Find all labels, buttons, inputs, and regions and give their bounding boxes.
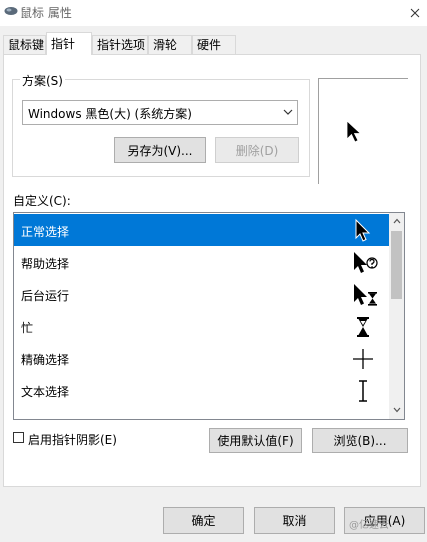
scheme-selected-value: Windows 黑色(大) (系统方案) (28, 107, 192, 121)
tab-label: 硬件 (197, 38, 222, 52)
cursor-preview (318, 78, 408, 184)
cancel-button[interactable]: 取消 (254, 507, 335, 534)
browse-label: 浏览(B)... (333, 434, 387, 448)
enable-shadow-label: 启用指针阴影(E) (28, 433, 117, 447)
window-title: 鼠标 属性 (20, 6, 72, 20)
close-button[interactable] (404, 2, 426, 24)
mouse-icon (4, 7, 18, 15)
tab-label: 鼠标键 (8, 38, 45, 52)
tab-label: 指针 (51, 37, 76, 51)
ok-button[interactable]: 确定 (163, 507, 244, 534)
use-default-button[interactable]: 使用默认值(F) (209, 428, 302, 453)
watermark: @亿速云 (349, 520, 389, 531)
delete-label: 删除(D) (235, 143, 279, 158)
chevron-down-icon (393, 407, 400, 413)
tab-label: 滑轮 (153, 38, 178, 52)
list-item-label: 帮助选择 (21, 257, 70, 271)
scroll-thumb[interactable] (391, 231, 402, 299)
custom-label: 自定义(C): (13, 194, 71, 208)
use-default-label: 使用默认值(F) (217, 434, 294, 448)
scroll-up-button[interactable] (389, 213, 404, 229)
working-in-background-cursor-icon (354, 284, 377, 306)
enable-shadow-checkbox[interactable] (13, 432, 24, 443)
arrow-cursor-icon (355, 218, 371, 242)
list-item-label: 精确选择 (21, 353, 70, 367)
list-item[interactable]: 后台运行 (14, 278, 389, 310)
list-item[interactable]: 精确选择 (14, 342, 389, 374)
close-icon (410, 8, 420, 18)
scheme-label: 方案(S) (20, 72, 65, 89)
list-item-label: 正常选择 (21, 225, 70, 239)
list-item[interactable]: 帮助选择 (14, 246, 389, 278)
list-item[interactable]: 文本选择 (14, 374, 389, 406)
precision-crosshair-icon (353, 349, 373, 369)
list-item[interactable]: 忙 (14, 310, 389, 342)
cancel-label: 取消 (282, 514, 307, 528)
tab-pointers[interactable]: 指针 (46, 32, 92, 55)
text-ibeam-icon (359, 380, 367, 402)
chevron-down-icon (283, 109, 293, 115)
help-cursor-icon (354, 252, 378, 273)
list-item-label: 文本选择 (21, 385, 70, 399)
tab-buttons[interactable]: 鼠标键 (3, 35, 46, 54)
ok-label: 确定 (191, 514, 216, 528)
arrow-cursor-icon (346, 120, 362, 143)
scroll-down-button[interactable] (389, 402, 404, 418)
tab-label: 指针选项 (97, 38, 146, 52)
tab-wheel[interactable]: 滑轮 (148, 35, 192, 54)
save-as-label: 另存为(V)... (127, 143, 193, 158)
list-item[interactable]: 正常选择 (14, 214, 389, 246)
delete-scheme-button[interactable]: 删除(D) (215, 137, 299, 163)
save-as-button[interactable]: 另存为(V)... (114, 137, 206, 163)
browse-button[interactable]: 浏览(B)... (312, 428, 408, 453)
tab-pointer-options[interactable]: 指针选项 (92, 35, 148, 54)
tab-hardware[interactable]: 硬件 (192, 35, 236, 54)
busy-hourglass-icon (357, 317, 369, 337)
list-item-label: 忙 (21, 321, 34, 335)
list-item-label: 后台运行 (21, 289, 70, 303)
chevron-up-icon (393, 218, 400, 224)
